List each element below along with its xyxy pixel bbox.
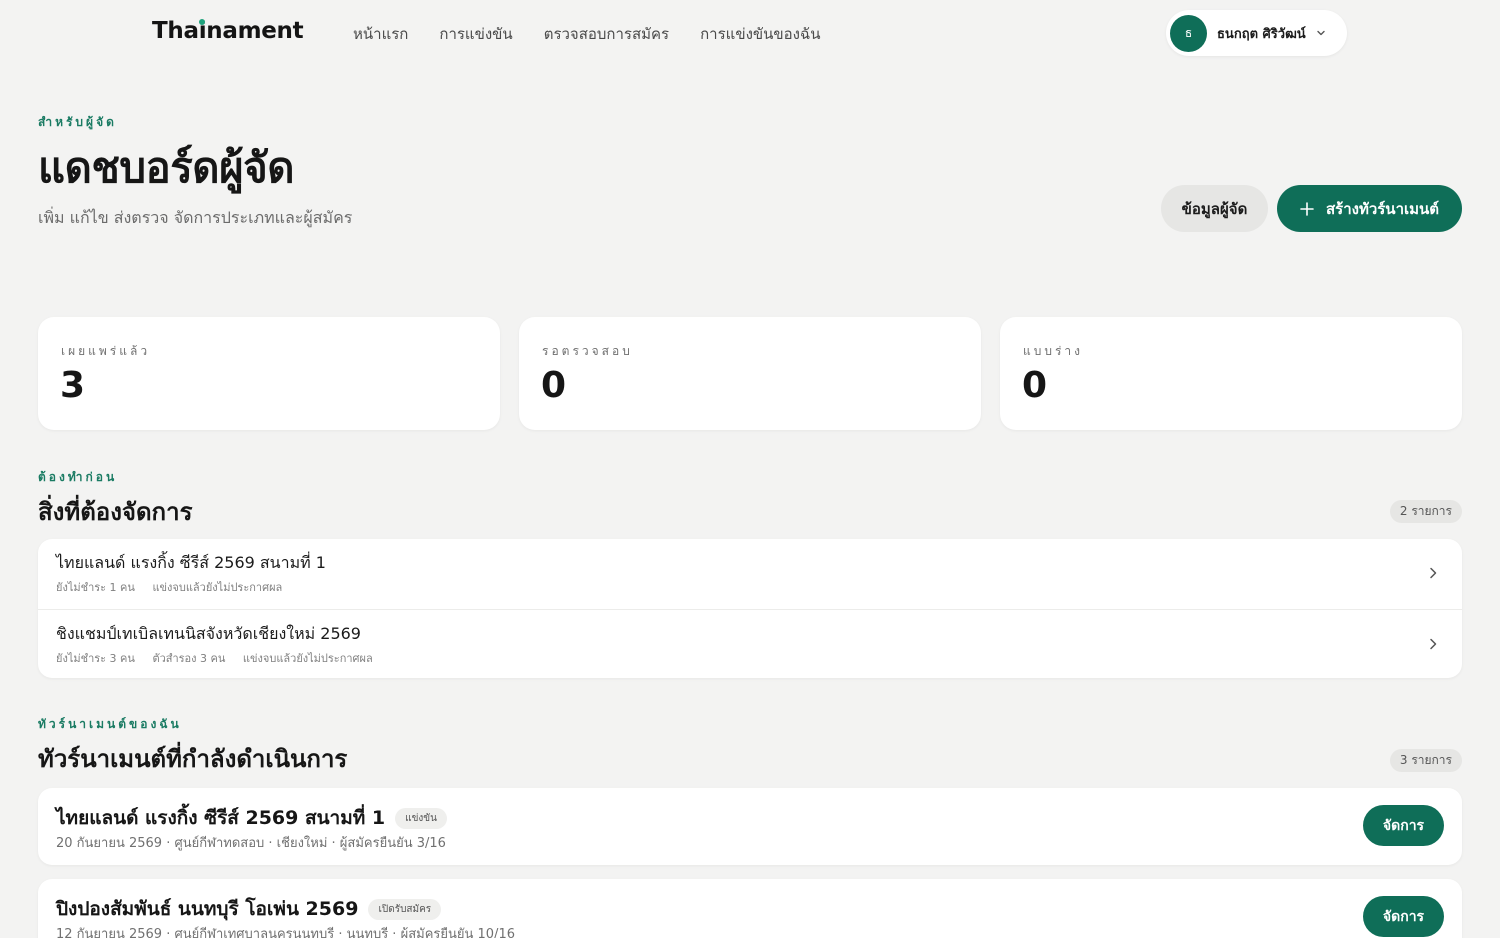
todo-count-badge: 2 รายการ bbox=[1389, 500, 1462, 523]
tournaments-section-title: ทัวร์นาเมนต์ที่กำลังดำเนินการ bbox=[38, 745, 348, 773]
todo-meta-unpaid: ยังไม่ชำระ 1 คน bbox=[56, 581, 135, 594]
manage-button[interactable]: จัดการ bbox=[1363, 805, 1444, 846]
chevron-right-icon bbox=[1430, 567, 1437, 579]
chevron-down-icon bbox=[1317, 30, 1325, 36]
tournament-title-row: ไทยแลนด์ แรงกิ้ง ซีรีส์ 2569 สนามที่ 1 แ… bbox=[56, 803, 447, 833]
tournament-card: ปิงปองสัมพันธ์ นนทบุรี โอเพ่น 2569 เปิดร… bbox=[38, 879, 1462, 938]
chevron-right-icon bbox=[1430, 638, 1437, 650]
todo-meta-unpaid: ยังไม่ชำระ 3 คน bbox=[56, 652, 135, 665]
user-menu-button[interactable]: ธ ธนกฤต ศิริวัฒน์ bbox=[1166, 10, 1347, 56]
tournaments-eyebrow: ทัวร์นาเมนต์ของฉัน bbox=[38, 717, 182, 731]
stat-value: 0 bbox=[541, 365, 567, 406]
todo-list: ไทยแลนด์ แรงกิ้ง ซีรีส์ 2569 สนามที่ 1 ย… bbox=[38, 539, 1462, 678]
stat-label: เผยแพร่แล้ว bbox=[61, 344, 151, 358]
stat-card-pending-review: รอตรวจสอบ 0 bbox=[519, 317, 981, 430]
stat-value: 0 bbox=[1022, 365, 1048, 406]
create-tournament-label: สร้างทัวร์นาเมนต์ bbox=[1325, 199, 1439, 218]
nav-link-registration-review[interactable]: ตรวจสอบการสมัคร bbox=[544, 22, 669, 46]
create-tournament-button[interactable]: สร้างทัวร์นาเมนต์ bbox=[1277, 185, 1462, 232]
todo-section-title: สิ่งที่ต้องจัดการ bbox=[38, 498, 193, 526]
manage-button[interactable]: จัดการ bbox=[1363, 896, 1444, 937]
stat-card-published: เผยแพร่แล้ว 3 bbox=[38, 317, 500, 430]
status-badge: เปิดรับสมัคร bbox=[368, 898, 442, 920]
tournament-title[interactable]: ไทยแลนด์ แรงกิ้ง ซีรีส์ 2569 สนามที่ 1 bbox=[56, 803, 385, 833]
top-navigation-bar: Thai nament หน้าแรก การแข่งขัน ตรวจสอบการ… bbox=[0, 0, 1500, 64]
stat-label: แบบร่าง bbox=[1023, 344, 1084, 358]
avatar: ธ bbox=[1170, 14, 1207, 52]
brand-logo[interactable]: Thai nament bbox=[152, 18, 304, 44]
todo-item-meta: ยังไม่ชำระ 3 คน ตัวสำรอง 3 คน แข่งจบแล้ว… bbox=[56, 649, 387, 667]
todo-meta-results: แข่งจบแล้วยังไม่ประกาศผล bbox=[152, 581, 283, 594]
todo-item[interactable]: ไทยแลนด์ แรงกิ้ง ซีรีส์ 2569 สนามที่ 1 ย… bbox=[38, 539, 1462, 608]
nav-link-competitions[interactable]: การแข่งขัน bbox=[439, 22, 512, 46]
page-subtitle: เพิ่ม แก้ไข ส่งตรวจ จัดการประเภทและผู้สม… bbox=[38, 208, 353, 227]
logo-text-end: nament bbox=[206, 18, 304, 44]
tournament-meta: 20 กันยายน 2569 · ศูนย์กีฬาทดสอบ · เชียง… bbox=[56, 836, 446, 851]
stat-label: รอตรวจสอบ bbox=[542, 344, 633, 358]
todo-meta-waitlist: ตัวสำรอง 3 คน bbox=[152, 652, 226, 665]
hero-eyebrow: สำหรับผู้จัด bbox=[38, 115, 117, 129]
logo-text-start: Tha bbox=[152, 18, 199, 44]
todo-item-title: ชิงแชมป์เทเบิลเทนนิสจังหวัดเชียงใหม่ 256… bbox=[56, 624, 361, 643]
tournaments-count-badge: 3 รายการ bbox=[1389, 749, 1462, 772]
tournament-card: ไทยแลนด์ แรงกิ้ง ซีรีส์ 2569 สนามที่ 1 แ… bbox=[38, 788, 1462, 865]
stat-card-drafts: แบบร่าง 0 bbox=[1000, 317, 1462, 430]
organizer-info-button[interactable]: ข้อมูลผู้จัด bbox=[1161, 185, 1268, 232]
nav-link-home[interactable]: หน้าแรก bbox=[353, 22, 408, 46]
todo-item-meta: ยังไม่ชำระ 1 คน แข่งจบแล้วยังไม่ประกาศผล bbox=[56, 578, 296, 596]
tournament-meta: 12 กันยายน 2569 · ศูนย์กีฬาเทศบาลนครนนทบ… bbox=[56, 927, 515, 938]
todo-eyebrow: ต้องทำก่อน bbox=[38, 470, 118, 484]
tournament-title-row: ปิงปองสัมพันธ์ นนทบุรี โอเพ่น 2569 เปิดร… bbox=[56, 894, 442, 924]
status-badge: แข่งขัน bbox=[395, 807, 447, 829]
todo-item[interactable]: ชิงแชมป์เทเบิลเทนนิสจังหวัดเชียงใหม่ 256… bbox=[38, 609, 1462, 678]
stat-value: 3 bbox=[60, 365, 86, 406]
plus-icon bbox=[1300, 201, 1314, 216]
main-nav: หน้าแรก การแข่งขัน ตรวจสอบการสมัคร การแข… bbox=[353, 22, 820, 46]
tournament-title[interactable]: ปิงปองสัมพันธ์ นนทบุรี โอเพ่น 2569 bbox=[56, 894, 358, 924]
page-title: แดชบอร์ดผู้จัด bbox=[38, 143, 295, 192]
user-name: ธนกฤต ศิริวัฒน์ bbox=[1217, 26, 1306, 42]
todo-meta-results: แข่งจบแล้วยังไม่ประกาศผล bbox=[242, 652, 373, 665]
logo-letter-i: i bbox=[198, 18, 207, 44]
nav-link-my-competitions[interactable]: การแข่งขันของฉัน bbox=[700, 22, 820, 46]
todo-item-title: ไทยแลนด์ แรงกิ้ง ซีรีส์ 2569 สนามที่ 1 bbox=[56, 553, 326, 572]
